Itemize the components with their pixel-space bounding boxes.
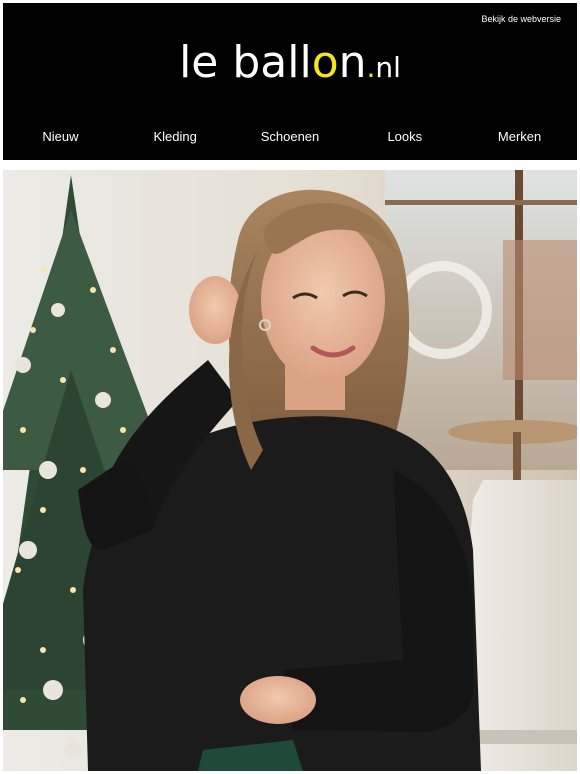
nav-item-kleding[interactable]: Kleding bbox=[118, 129, 233, 144]
hero-image[interactable] bbox=[3, 170, 577, 771]
logo-tld: nl bbox=[375, 51, 401, 84]
logo-text-part1: le ball bbox=[179, 37, 312, 88]
logo-balloon-o: o bbox=[311, 37, 339, 88]
email-header: Bekijk de webversie le ballon.nl Nieuw K… bbox=[3, 3, 577, 160]
main-nav: Nieuw Kleding Schoenen Looks Merken bbox=[3, 129, 577, 144]
hero-photo-illustration bbox=[3, 170, 577, 771]
logo-text-part2: n bbox=[338, 37, 367, 88]
brand-logo[interactable]: le ballon.nl bbox=[3, 37, 577, 88]
view-webversion-link[interactable]: Bekijk de webversie bbox=[481, 14, 561, 24]
nav-item-merken[interactable]: Merken bbox=[462, 129, 577, 144]
nav-item-schoenen[interactable]: Schoenen bbox=[233, 129, 348, 144]
nav-item-nieuw[interactable]: Nieuw bbox=[3, 129, 118, 144]
nav-item-looks[interactable]: Looks bbox=[347, 129, 462, 144]
